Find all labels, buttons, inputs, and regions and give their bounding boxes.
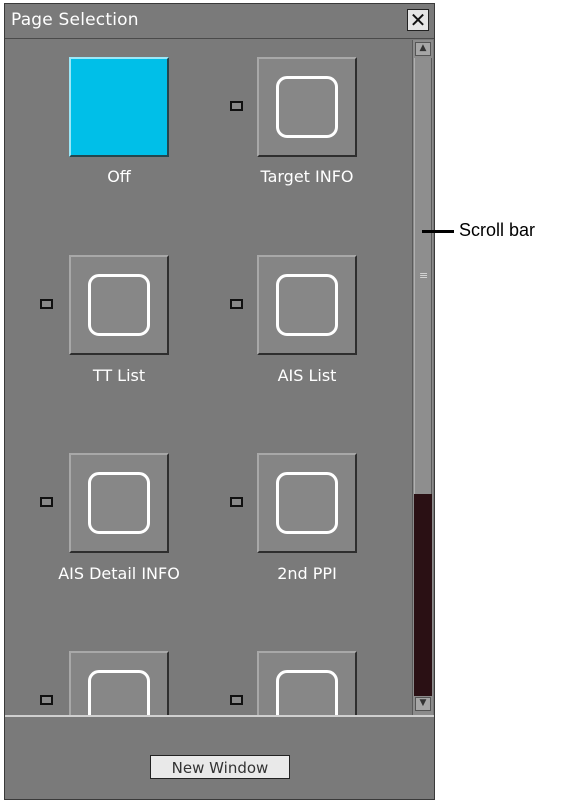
arrow-down-icon: ▼ xyxy=(419,698,427,708)
target-info-tile-button[interactable] xyxy=(257,57,357,157)
page-selection-window: Page Selection ✕ Off Target INFO TT List… xyxy=(4,3,435,800)
tile-label-tt-list: TT List xyxy=(92,366,146,385)
grip-icon: ≡ xyxy=(419,269,429,282)
target-info-checkbox[interactable] xyxy=(230,101,243,111)
tile-label-ais-list: AIS List xyxy=(277,366,337,385)
tile-label-off: Off xyxy=(107,167,131,186)
page-tile-grid: Off Target INFO TT List AIS List AIS Det… xyxy=(5,39,411,715)
window-title: Page Selection xyxy=(11,10,139,30)
off-tile-button[interactable] xyxy=(69,57,169,157)
tile-label-ais-detail-info: AIS Detail INFO xyxy=(58,564,180,583)
scrollbar-thumb[interactable]: ≡ xyxy=(414,58,432,494)
2nd-ppi-checkbox[interactable] xyxy=(230,497,243,507)
2nd-ppi-tile-button[interactable] xyxy=(257,453,357,553)
tile-frame-icon xyxy=(276,274,338,336)
tile-frame-icon xyxy=(276,670,338,715)
ais-list-tile-button[interactable] xyxy=(257,255,357,355)
ais-detail-info-checkbox[interactable] xyxy=(40,497,53,507)
close-button[interactable]: ✕ xyxy=(407,9,429,31)
ais-detail-info-tile-button[interactable] xyxy=(69,453,169,553)
tt-list-checkbox[interactable] xyxy=(40,299,53,309)
scroll-bar-callout-label: Scroll bar xyxy=(459,220,536,240)
tile-frame-icon xyxy=(88,274,150,336)
tt-list-tile-button[interactable] xyxy=(69,255,169,355)
scrollbar-track[interactable] xyxy=(414,494,432,696)
window-footer: New Window xyxy=(5,715,434,799)
tile-label-2nd-ppi: 2nd PPI xyxy=(277,564,337,583)
new-window-button[interactable]: New Window xyxy=(150,755,290,779)
tile-7-checkbox[interactable] xyxy=(40,695,53,705)
scroll-down-button[interactable]: ▼ xyxy=(415,697,431,711)
tile-8-button[interactable] xyxy=(257,651,357,715)
vertical-scrollbar[interactable]: ▲ ≡ ▼ xyxy=(412,40,433,715)
tile-8-checkbox[interactable] xyxy=(230,695,243,705)
tile-frame-icon xyxy=(276,76,338,138)
arrow-up-icon: ▲ xyxy=(419,43,427,53)
tile-frame-icon xyxy=(88,472,150,534)
scroll-up-button[interactable]: ▲ xyxy=(415,42,431,56)
callout-line xyxy=(422,230,454,233)
tile-frame-icon xyxy=(88,670,150,715)
title-bar: Page Selection ✕ xyxy=(5,4,434,39)
tile-label-target-info: Target INFO xyxy=(260,167,354,186)
tile-7-button[interactable] xyxy=(69,651,169,715)
ais-list-checkbox[interactable] xyxy=(230,299,243,309)
close-icon: ✕ xyxy=(409,8,427,32)
tile-frame-icon xyxy=(276,472,338,534)
